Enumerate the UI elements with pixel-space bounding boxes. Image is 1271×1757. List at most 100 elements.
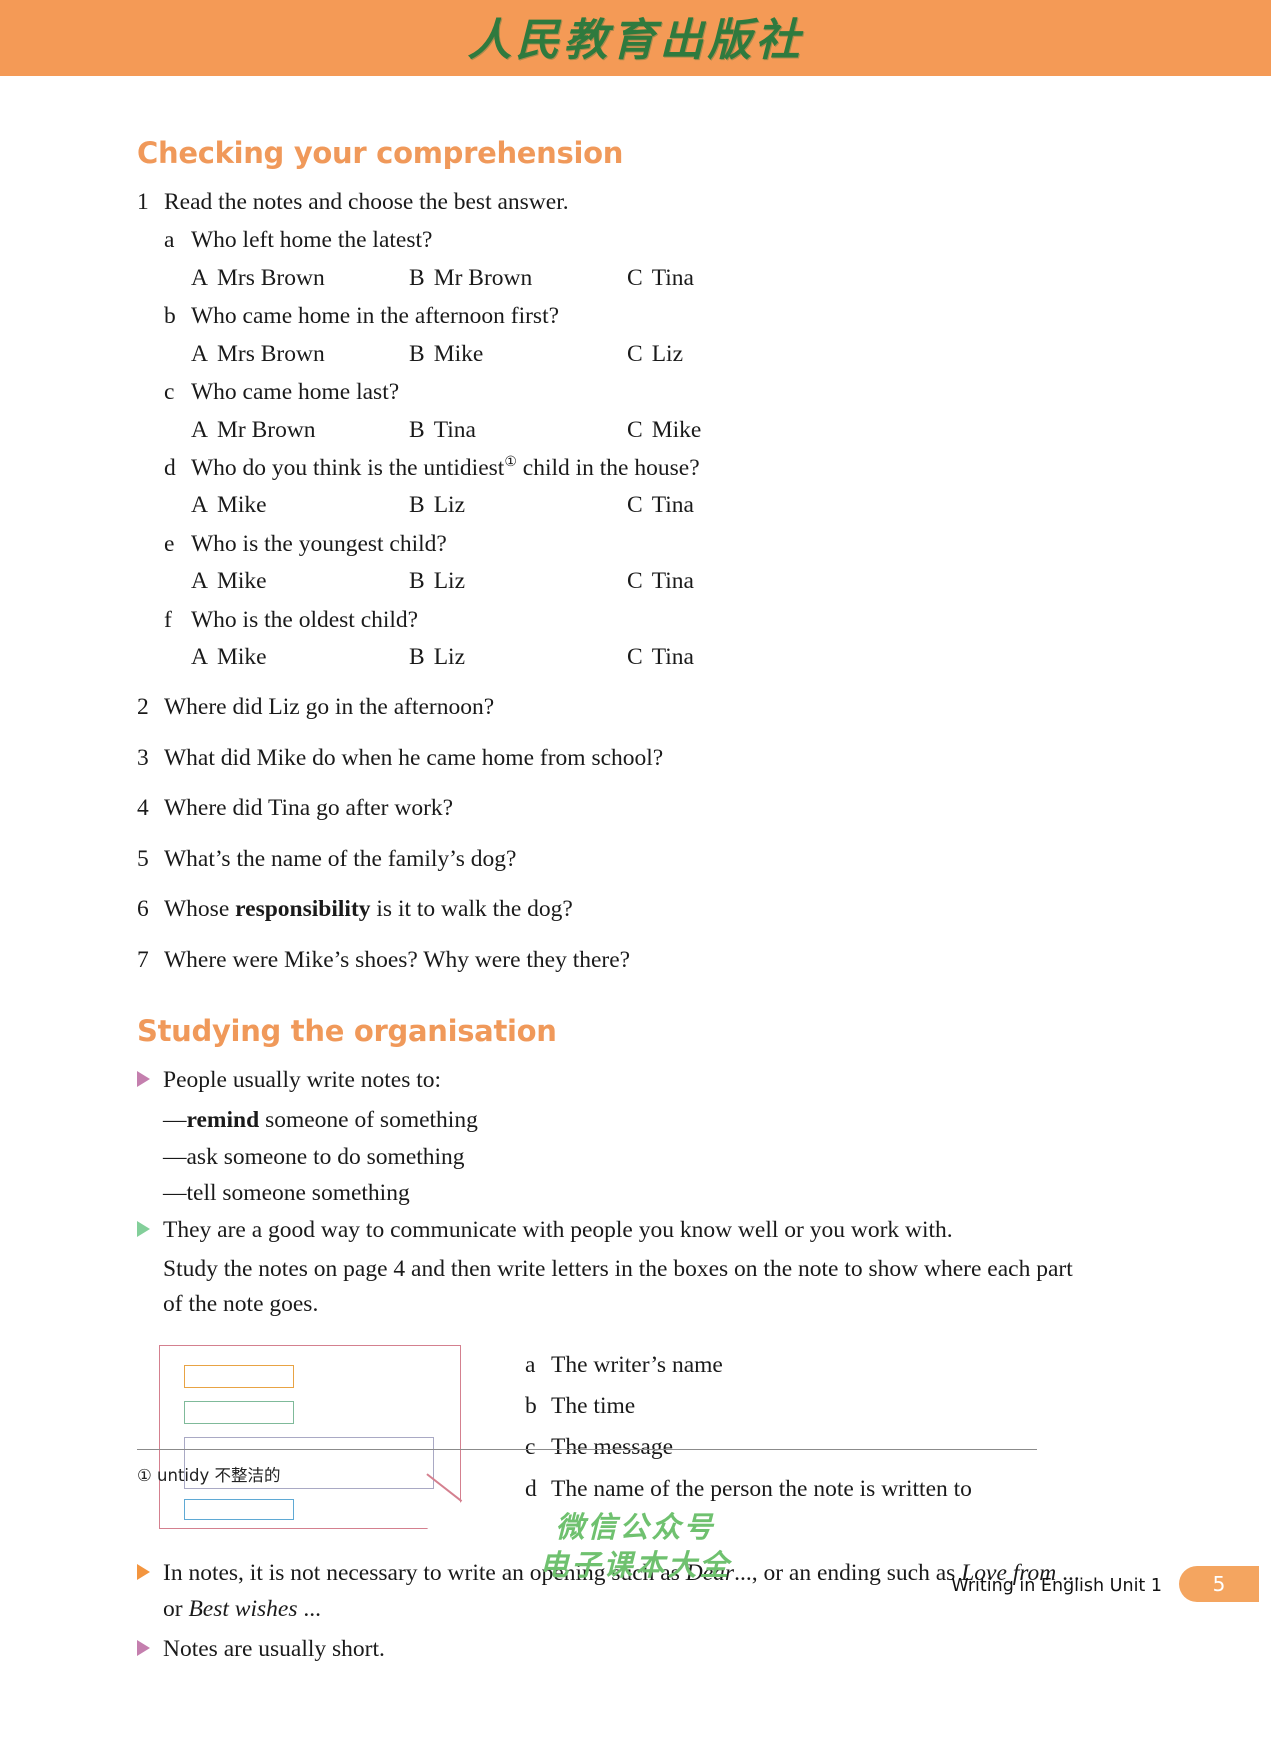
sub-question-text: Who do you think is the untidiest① child… (191, 450, 1097, 486)
option-c1[interactable]: A Mr Brown (191, 412, 409, 448)
dash-bold-word: remind (186, 1107, 260, 1134)
note-blank-box-writer-name[interactable] (184, 1364, 294, 1388)
option-label: Liz (651, 340, 684, 367)
option-b1[interactable]: A Mrs Brown (191, 336, 409, 372)
option-tag: A (191, 492, 208, 519)
item-number: 2 (137, 694, 149, 721)
option-label: Mrs Brown (216, 340, 325, 367)
option-label: Mike (651, 416, 702, 443)
item-text: Where were Mike’s shoes? Why were they t… (164, 946, 631, 973)
option-label: Liz (433, 492, 466, 519)
option-row-c: A Mr Brown B Tina C Mike (191, 412, 1097, 448)
option-f2[interactable]: B Liz (409, 639, 627, 675)
item-text-after: is it to walk the dog? (370, 896, 573, 923)
exercise-item-4: 4 Where did Tina go after work? (137, 790, 1097, 826)
option-b2[interactable]: B Mike (409, 336, 627, 372)
option-row-b: A Mrs Brown B Mike C Liz (191, 336, 1097, 372)
bullet-text: They are a good way to communicate with … (163, 1216, 953, 1243)
note-part-d: d The name of the person the note is wri… (525, 1473, 972, 1505)
option-f1[interactable]: A Mike (191, 639, 409, 675)
option-d1[interactable]: A Mike (191, 487, 409, 523)
option-f3[interactable]: C Tina (627, 639, 845, 675)
option-label: Tina (651, 264, 694, 291)
option-tag: C (627, 644, 643, 671)
note-part-c: c The message (525, 1431, 972, 1463)
option-c3[interactable]: C Mike (627, 412, 845, 448)
em-dash: — (163, 1143, 187, 1170)
note-blank-box-time[interactable] (184, 1400, 294, 1424)
watermark-line-1: 微信公众号 (555, 1510, 716, 1544)
note-exercise-block: a The writer’s name b The time c The mes… (159, 1344, 1097, 1529)
footnote-divider (137, 1449, 1037, 1450)
organisation-instruction: Study the notes on page 4 and then write… (163, 1256, 1073, 1318)
sub-question-text: Who came home in the afternoon first? (191, 303, 560, 330)
option-label: Mike (216, 644, 267, 671)
sub-question-f: f Who is the oldest child? (164, 602, 1097, 638)
item-text: Where did Tina go after work? (164, 795, 454, 822)
option-row-d: A Mike B Liz C Tina (191, 487, 1097, 523)
option-tag: C (627, 492, 643, 519)
em-dash: — (163, 1107, 187, 1134)
note-part-letter: b (525, 1393, 537, 1420)
sub-question-text: Who is the youngest child? (191, 530, 447, 557)
dash-rest: someone of something (259, 1107, 478, 1134)
option-d2[interactable]: B Liz (409, 487, 627, 523)
sub-question-letter: c (164, 379, 175, 406)
sub-question-letter: a (164, 227, 175, 254)
option-row-f: A Mike B Liz C Tina (191, 639, 1097, 675)
question-text-after: child in the house? (516, 454, 700, 481)
option-e3[interactable]: C Tina (627, 563, 845, 599)
item-number: 6 (137, 896, 149, 923)
dash-item-2: —ask someone to do something (163, 1139, 1097, 1175)
option-tag: C (627, 416, 643, 443)
item-number: 7 (137, 946, 149, 973)
publisher-header-band: 人民教育出版社 (0, 0, 1271, 76)
option-tag: A (191, 644, 208, 671)
option-tag: B (409, 492, 425, 519)
option-a2[interactable]: B Mr Brown (409, 260, 627, 296)
item-number: 3 (137, 744, 149, 771)
item-text: Whose responsibility is it to walk the d… (164, 891, 1097, 927)
option-label: Tina (433, 416, 476, 443)
triangle-bullet-icon (137, 1640, 163, 1676)
watermark: 微信公众号 电子课本大全 (0, 1508, 1271, 1585)
sub-question-letter: b (164, 303, 176, 330)
exercise-item-7: 7 Where were Mike’s shoes? Why were they… (137, 942, 1097, 978)
option-c2[interactable]: B Tina (409, 412, 627, 448)
option-d3[interactable]: C Tina (627, 487, 845, 523)
option-tag: A (191, 568, 208, 595)
option-label: Liz (433, 568, 466, 595)
note-part-label: The message (551, 1434, 674, 1461)
dash-item-1: —remind someone of something (163, 1102, 1097, 1138)
note-part-letter: a (525, 1351, 536, 1378)
option-b3[interactable]: C Liz (627, 336, 845, 372)
sub-question-text: Who is the oldest child? (191, 606, 419, 633)
triangle-bullet-icon (137, 1071, 163, 1107)
exercise-item-3: 3 What did Mike do when he came home fro… (137, 740, 1097, 776)
organisation-bullet-4: Notes are usually short. (137, 1631, 1097, 1667)
option-e2[interactable]: B Liz (409, 563, 627, 599)
sub-question-c: c Who came home last? (164, 374, 1097, 410)
organisation-bullet-1: People usually write notes to: (137, 1062, 1097, 1098)
page-number-tab: 5 (1179, 1566, 1259, 1602)
note-diagram (159, 1344, 463, 1529)
question-text-before: Who do you think is the untidiest (191, 454, 505, 481)
option-label: Mike (433, 340, 484, 367)
sub-question-letter: d (164, 454, 176, 481)
footer-unit-label: Writing in English Unit 1 (951, 1576, 1162, 1596)
option-tag: C (627, 264, 643, 291)
section-heading-comprehension: Checking your comprehension (137, 136, 624, 170)
note-part-a: a The writer’s name (525, 1349, 972, 1381)
exercise-item-5: 5 What’s the name of the family’s dog? (137, 841, 1097, 877)
exercise-item-1: 1 Read the notes and choose the best ans… (137, 184, 1097, 220)
note-part-b: b The time (525, 1390, 972, 1422)
section-heading-organisation: Studying the organisation (137, 1014, 557, 1049)
sub-question-e: e Who is the youngest child? (164, 526, 1097, 562)
option-e1[interactable]: A Mike (191, 563, 409, 599)
option-a3[interactable]: C Tina (627, 260, 845, 296)
item-number: 1 (137, 189, 149, 215)
option-tag: A (191, 340, 208, 367)
option-label: Mrs Brown (216, 264, 325, 291)
option-label: Tina (651, 492, 694, 519)
option-a1[interactable]: A Mrs Brown (191, 260, 409, 296)
